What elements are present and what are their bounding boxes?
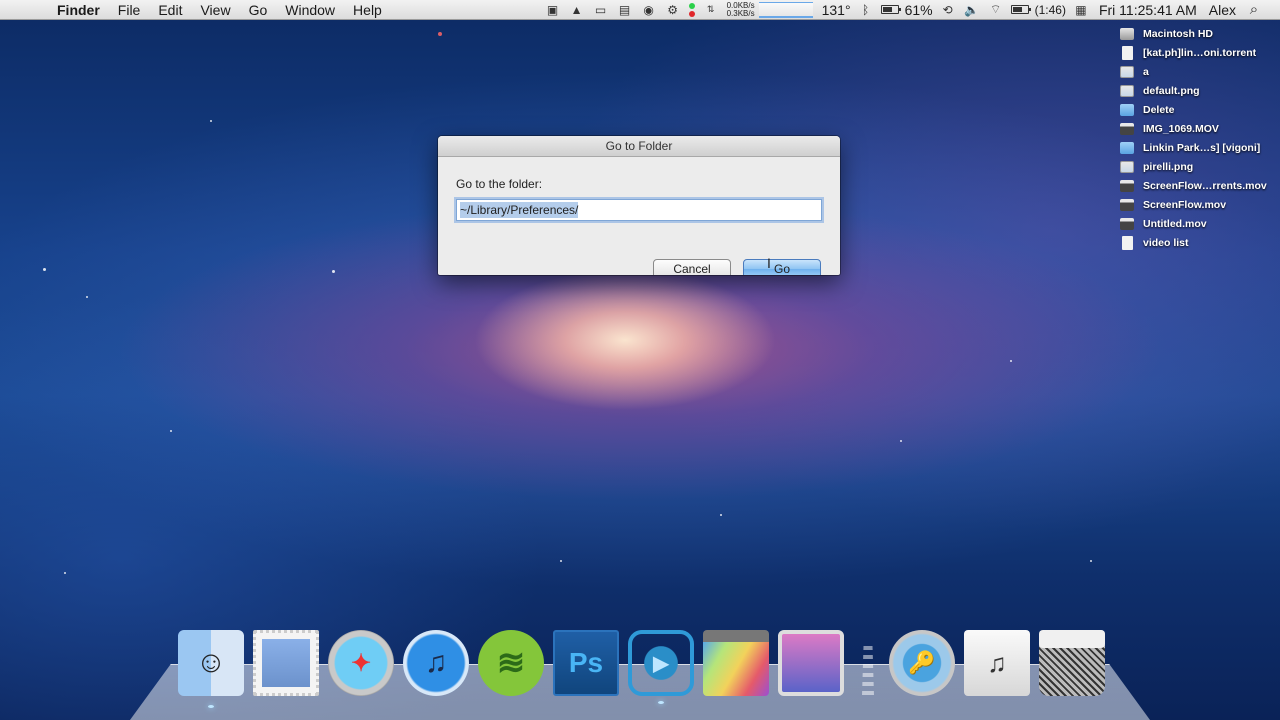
spotlight-search-icon[interactable]: ⌕ — [1242, 0, 1266, 20]
display-icon[interactable]: ▤ — [613, 0, 637, 20]
controller-icon[interactable]: ◉ — [637, 0, 661, 20]
image-icon — [1120, 160, 1134, 173]
document-icon — [1122, 45, 1133, 60]
volume-icon[interactable]: 🔈 — [960, 0, 984, 20]
movie-icon — [1120, 179, 1134, 192]
folder-icon — [1120, 141, 1134, 154]
dock-separator[interactable] — [862, 646, 874, 696]
movie-icon — [1120, 198, 1134, 211]
dock-safari-icon[interactable]: ✦ — [328, 630, 394, 696]
desktop-item[interactable]: Linkin Park…s] [vigoni] — [1120, 138, 1266, 157]
dock-1password-icon[interactable]: 🔑 — [889, 630, 955, 696]
folder-path-input[interactable]: ~/Library/Preferences/ — [456, 199, 822, 221]
go-to-folder-dialog: Go to Folder Go to the folder: ~/Library… — [438, 136, 840, 275]
dock-spotify-icon[interactable]: ≋ — [478, 630, 544, 696]
menu-edit[interactable]: Edit — [149, 0, 191, 20]
folder-path-label: Go to the folder: — [456, 177, 543, 191]
battery-time-icon[interactable] — [1010, 5, 1031, 14]
dock-photoshop-icon[interactable]: Ps — [553, 630, 619, 696]
cancel-button[interactable]: Cancel — [653, 259, 731, 275]
desktop-item[interactable]: Delete — [1120, 100, 1266, 119]
running-indicator — [208, 705, 214, 708]
battery-time[interactable]: (1:46) — [1032, 3, 1069, 17]
image-icon — [1120, 84, 1134, 97]
desktop-item[interactable]: video list — [1120, 233, 1266, 252]
menu-window[interactable]: Window — [276, 0, 344, 20]
network-speed-readout[interactable]: 0.0KB/s 0.3KB/s — [727, 1, 755, 18]
dock-trash-icon[interactable] — [1039, 630, 1105, 696]
time-machine-icon[interactable]: ⟲ — [936, 0, 960, 20]
folder-icon — [1120, 103, 1134, 116]
desktop-item[interactable]: ScreenFlow.mov — [1120, 195, 1266, 214]
menu-app-name[interactable]: Finder — [48, 0, 109, 20]
text-cursor-icon: I — [767, 255, 771, 271]
desktop-item[interactable]: ScreenFlow…rrents.mov — [1120, 176, 1267, 195]
desktop-item[interactable]: IMG_1069.MOV — [1120, 119, 1266, 138]
bluetooth-icon[interactable]: ᛒ — [854, 0, 878, 20]
dock-screenflow-icon[interactable]: ▶ — [628, 630, 694, 704]
cpu-temp[interactable]: 131° — [819, 2, 854, 18]
image-icon — [1120, 65, 1134, 78]
updown-arrows-icon[interactable]: ⇅ — [699, 0, 723, 20]
battery-percent[interactable]: 61% — [902, 2, 936, 18]
gear-icon[interactable]: ⚙ — [661, 0, 685, 20]
running-indicator — [658, 701, 664, 704]
battery-icon[interactable] — [880, 5, 901, 14]
menu-clock[interactable]: Fri 11:25:41 AM — [1093, 2, 1203, 18]
toggle-icon[interactable]: ▭ — [589, 0, 613, 20]
menu-go[interactable]: Go — [240, 0, 277, 20]
menu-bar: Finder File Edit View Go Window Help ▣ ▲… — [0, 0, 1280, 20]
desktop-item[interactable]: pirelli.png — [1120, 157, 1266, 176]
dock-applications-stack-icon[interactable]: ♫ — [964, 630, 1030, 696]
dialog-title[interactable]: Go to Folder — [438, 136, 840, 157]
menu-file[interactable]: File — [109, 0, 150, 20]
document-icon — [1122, 235, 1133, 250]
menu-help[interactable]: Help — [344, 0, 391, 20]
dock-finder-icon[interactable]: ☺ — [178, 630, 244, 708]
desktop-wallpaper — [0, 0, 1280, 720]
desktop-item[interactable]: a — [1120, 62, 1266, 81]
dock-mail-icon[interactable] — [253, 630, 319, 696]
desktop-item[interactable]: Macintosh HD — [1120, 24, 1266, 43]
network-graph[interactable] — [758, 1, 813, 18]
dock: ☺ ✦ ♫ ≋ Ps ▶ 🔑 ♫ — [178, 624, 1114, 708]
dock-imovie-icon[interactable] — [778, 630, 844, 696]
menu-view[interactable]: View — [191, 0, 239, 20]
dock-itunes-icon[interactable]: ♫ — [403, 630, 469, 696]
wifi-icon[interactable]: ⌔ — [984, 0, 1008, 20]
dock-final-cut-pro-icon[interactable] — [703, 630, 769, 696]
desktop-item[interactable]: default.png — [1120, 81, 1266, 100]
status-lights-icon[interactable] — [688, 2, 695, 17]
desktop-items: Macintosh HD [kat.ph]lin…oni.torrent a d… — [1120, 24, 1267, 252]
hard-drive-icon — [1120, 27, 1134, 40]
movie-icon — [1120, 217, 1134, 230]
screen-record-icon[interactable]: ▣ — [541, 0, 565, 20]
desktop-item[interactable]: [kat.ph]lin…oni.torrent — [1120, 43, 1266, 62]
desktop-item[interactable]: Untitled.mov — [1120, 214, 1266, 233]
movie-icon — [1120, 122, 1134, 135]
user-name[interactable]: Alex — [1203, 2, 1242, 18]
go-button[interactable]: Go — [743, 259, 821, 275]
google-drive-icon[interactable]: ▲ — [565, 0, 589, 20]
input-menu-icon[interactable]: ▦ — [1069, 0, 1093, 20]
selected-path-text: ~/Library/Preferences/ — [460, 202, 579, 218]
